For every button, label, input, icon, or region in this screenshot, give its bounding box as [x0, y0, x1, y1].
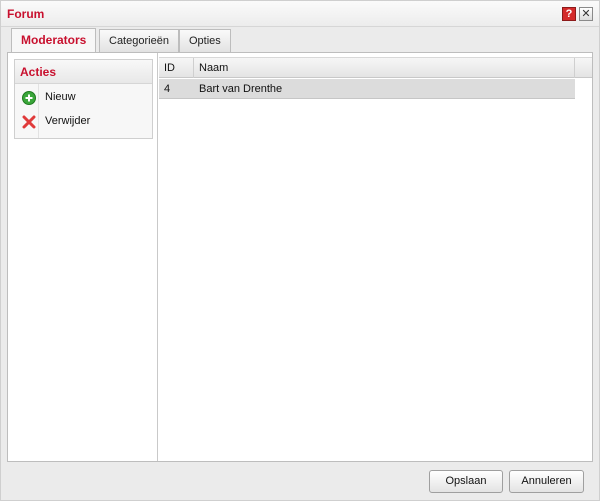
- action-delete[interactable]: Verwijder: [15, 111, 152, 133]
- moderators-grid: ID Naam 4 Bart van Drenthe: [159, 53, 592, 461]
- save-button[interactable]: Opslaan: [429, 470, 503, 493]
- tab-moderators[interactable]: Moderators: [11, 28, 97, 53]
- delete-icon: [22, 115, 36, 129]
- action-new-label: Nieuw: [45, 91, 76, 103]
- close-icon[interactable]: ✕: [579, 7, 593, 21]
- add-icon: [22, 91, 36, 105]
- tab-panel: Acties Nieuw Verwijder ID Naam 4 Bart va…: [7, 52, 593, 462]
- actions-heading: Acties: [15, 60, 152, 84]
- column-header-naam[interactable]: Naam: [194, 58, 575, 78]
- grid-header: ID Naam: [159, 57, 592, 78]
- actions-list: Nieuw Verwijder: [15, 84, 152, 138]
- tab-bar: Moderators Categorieën Opties: [7, 28, 593, 53]
- sidebar: Acties Nieuw Verwijder: [8, 53, 158, 461]
- cell-name: Bart van Drenthe: [199, 83, 283, 95]
- column-header-id[interactable]: ID: [159, 58, 194, 78]
- window-title: Forum: [7, 7, 45, 21]
- dialog-window: Forum ? ✕ Moderators Categorieën Opties …: [0, 0, 600, 501]
- help-icon[interactable]: ?: [562, 7, 576, 21]
- cell-id: 4: [164, 83, 171, 95]
- title-bar[interactable]: Forum ? ✕: [1, 1, 599, 27]
- tab-opties[interactable]: Opties: [179, 29, 231, 52]
- action-delete-label: Verwijder: [45, 115, 91, 127]
- tab-categorieen[interactable]: Categorieën: [99, 29, 179, 52]
- cancel-button[interactable]: Annuleren: [509, 470, 584, 493]
- actions-box: Acties Nieuw Verwijder: [14, 59, 153, 139]
- action-new[interactable]: Nieuw: [15, 87, 152, 109]
- table-row[interactable]: 4 Bart van Drenthe: [159, 79, 575, 99]
